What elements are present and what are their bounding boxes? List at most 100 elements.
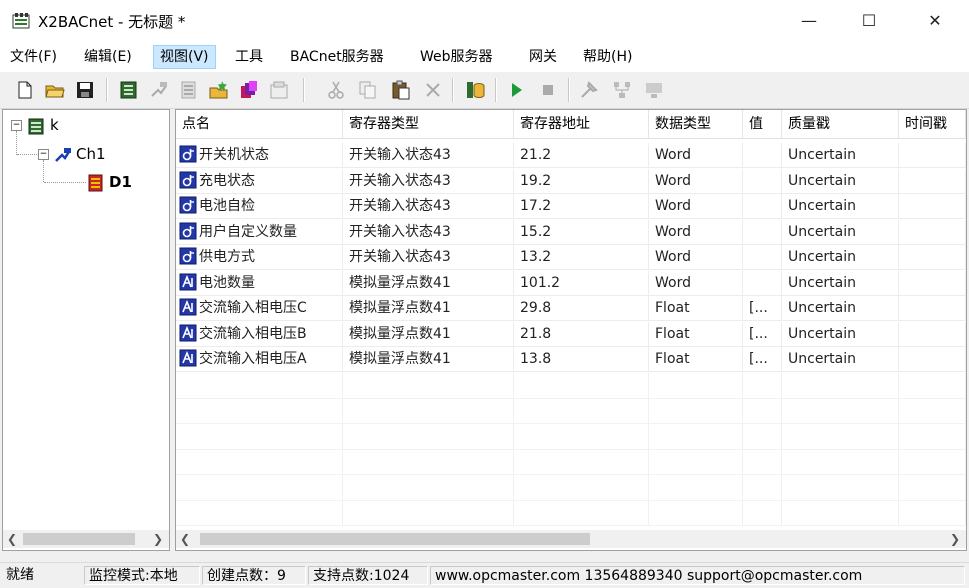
menu-edit[interactable]: 编辑(E) — [78, 46, 138, 68]
table-row[interactable]: 开关机状态 开关输入状态43 21.2 Word Uncertain — [176, 143, 966, 168]
cell-address: 13.2 — [514, 245, 649, 270]
cell-data-type: Word — [649, 245, 743, 270]
cell-reg-type: 模拟量浮点数41 — [343, 270, 514, 296]
col-register-address[interactable]: 寄存器地址 — [514, 110, 649, 138]
cell-timestamp — [899, 219, 966, 245]
menu-bar: 文件(F) 编辑(E) 视图(V) 工具 BACnet服务器 Web服务器 网关… — [0, 42, 969, 72]
table-row[interactable]: 供电方式 开关输入状态43 13.2 Word Uncertain — [176, 245, 966, 270]
empty-row — [176, 500, 966, 526]
tools-icon — [578, 79, 600, 101]
col-quality[interactable]: 质量戳 — [782, 110, 899, 138]
cell-reg-type: 开关输入状态43 — [343, 143, 514, 168]
close-button[interactable]: ✕ — [912, 0, 958, 42]
cell-name: 开关机状态 — [176, 143, 343, 168]
import-icon[interactable] — [238, 79, 260, 101]
empty-row — [176, 398, 966, 424]
point-list: 点名 寄存器类型 寄存器地址 数据类型 值 质量戳 时间戳 开关机状态 开关输入状… — [175, 109, 967, 551]
scroll-right-icon[interactable]: ❯ — [149, 530, 167, 548]
scroll-right-icon[interactable]: ❯ — [946, 530, 964, 548]
add-channel-icon[interactable] — [118, 79, 140, 101]
col-value[interactable]: 值 — [743, 110, 782, 138]
menu-gateway[interactable]: 网关 — [523, 46, 563, 68]
cell-address: 13.8 — [514, 347, 649, 372]
cell-value: [... — [743, 347, 782, 372]
cell-timestamp — [899, 194, 966, 219]
cell-reg-type: 开关输入状态43 — [343, 245, 514, 270]
tree-node-root[interactable]: k — [28, 115, 59, 135]
app-icon — [12, 13, 30, 29]
col-timestamp[interactable]: 时间戳 — [899, 110, 966, 138]
scroll-left-icon[interactable]: ❮ — [176, 530, 194, 548]
play-icon[interactable] — [505, 79, 527, 101]
cell-timestamp — [899, 168, 966, 194]
root-expander[interactable]: − — [11, 120, 22, 131]
col-register-type[interactable]: 寄存器类型 — [343, 110, 514, 138]
table-row[interactable]: 用户自定义数量 开关输入状态43 15.2 Word Uncertain — [176, 219, 966, 245]
analog-point-icon — [179, 298, 197, 316]
status-mode: 监控模式:本地 — [84, 566, 200, 585]
paste-icon[interactable] — [390, 79, 412, 101]
table-row[interactable]: 交流输入相电压C 模拟量浮点数41 29.8 Float [... Uncertain — [176, 296, 966, 321]
cell-quality: Uncertain — [782, 168, 899, 194]
status-supported-points: 支持点数:1024 — [308, 566, 428, 585]
scroll-left-icon[interactable]: ❮ — [3, 530, 21, 548]
window-title: X2BACnet - 无标题 * — [38, 13, 186, 31]
cell-data-type: Word — [649, 143, 743, 168]
cell-name: 交流输入相电压C — [176, 296, 343, 321]
digital-point-icon — [179, 145, 197, 163]
cell-timestamp — [899, 245, 966, 270]
scroll-thumb[interactable] — [23, 533, 135, 545]
list-horizontal-scrollbar[interactable]: ❮ ❯ — [176, 530, 966, 548]
cell-reg-type: 开关输入状态43 — [343, 168, 514, 194]
channel-expander[interactable]: − — [38, 149, 49, 160]
tree-node-device[interactable]: D1 — [87, 172, 132, 192]
delete-icon — [422, 79, 444, 101]
digital-point-icon — [179, 196, 197, 214]
status-contact: www.opcmaster.com 13564889340 support@op… — [430, 566, 965, 585]
table-row[interactable]: 充电状态 开关输入状态43 19.2 Word Uncertain — [176, 168, 966, 194]
table-header: 点名 寄存器类型 寄存器地址 数据类型 值 质量戳 时间戳 — [176, 110, 966, 139]
open-folder-icon[interactable] — [44, 79, 66, 101]
tree-horizontal-scrollbar[interactable]: ❮ ❯ — [3, 530, 169, 548]
cell-data-type: Float — [649, 321, 743, 347]
scroll-thumb[interactable] — [200, 533, 590, 545]
new-file-icon[interactable] — [14, 79, 36, 101]
cell-address: 21.2 — [514, 143, 649, 168]
menu-web-server[interactable]: Web服务器 — [414, 46, 499, 68]
cell-value — [743, 245, 782, 270]
table-row[interactable]: 电池自检 开关输入状态43 17.2 Word Uncertain — [176, 194, 966, 219]
col-point-name[interactable]: 点名 — [176, 110, 343, 138]
status-created-points: 创建点数：9 — [202, 566, 306, 585]
database-icon[interactable] — [464, 79, 486, 101]
save-icon[interactable] — [74, 79, 96, 101]
menu-bacnet-server[interactable]: BACnet服务器 — [284, 46, 390, 68]
add-point-icon — [178, 79, 200, 101]
maximize-button[interactable]: ☐ — [846, 0, 892, 42]
menu-file[interactable]: 文件(F) — [4, 46, 63, 68]
toolbar — [0, 72, 969, 109]
properties-icon — [268, 79, 290, 101]
cell-value: [... — [743, 296, 782, 321]
tree-node-channel[interactable]: Ch1 — [54, 144, 106, 164]
menu-tools[interactable]: 工具 — [229, 46, 269, 68]
cell-timestamp — [899, 321, 966, 347]
table-row[interactable]: 交流输入相电压A 模拟量浮点数41 13.8 Float [... Uncertain — [176, 347, 966, 372]
menu-view[interactable]: 视图(V) — [153, 45, 216, 69]
channel-icon — [55, 147, 72, 162]
batch-add-icon[interactable] — [208, 79, 230, 101]
server-icon — [28, 118, 44, 134]
cell-timestamp — [899, 270, 966, 296]
empty-row — [176, 474, 966, 501]
col-data-type[interactable]: 数据类型 — [649, 110, 743, 138]
cell-address: 21.8 — [514, 321, 649, 347]
table-row[interactable]: 交流输入相电压B 模拟量浮点数41 21.8 Float [... Uncertain — [176, 321, 966, 347]
minimize-button[interactable]: — — [786, 0, 832, 42]
cell-value — [743, 168, 782, 194]
status-bar: 就绪 监控模式:本地 创建点数：9 支持点数:1024 www.opcmaste… — [0, 562, 969, 588]
menu-help[interactable]: 帮助(H) — [577, 46, 638, 68]
cell-data-type: Float — [649, 347, 743, 372]
cell-value: [... — [743, 321, 782, 347]
digital-point-icon — [179, 222, 197, 239]
table-row[interactable]: 电池数量 模拟量浮点数41 101.2 Word Uncertain — [176, 270, 966, 296]
cell-data-type: Word — [649, 270, 743, 296]
